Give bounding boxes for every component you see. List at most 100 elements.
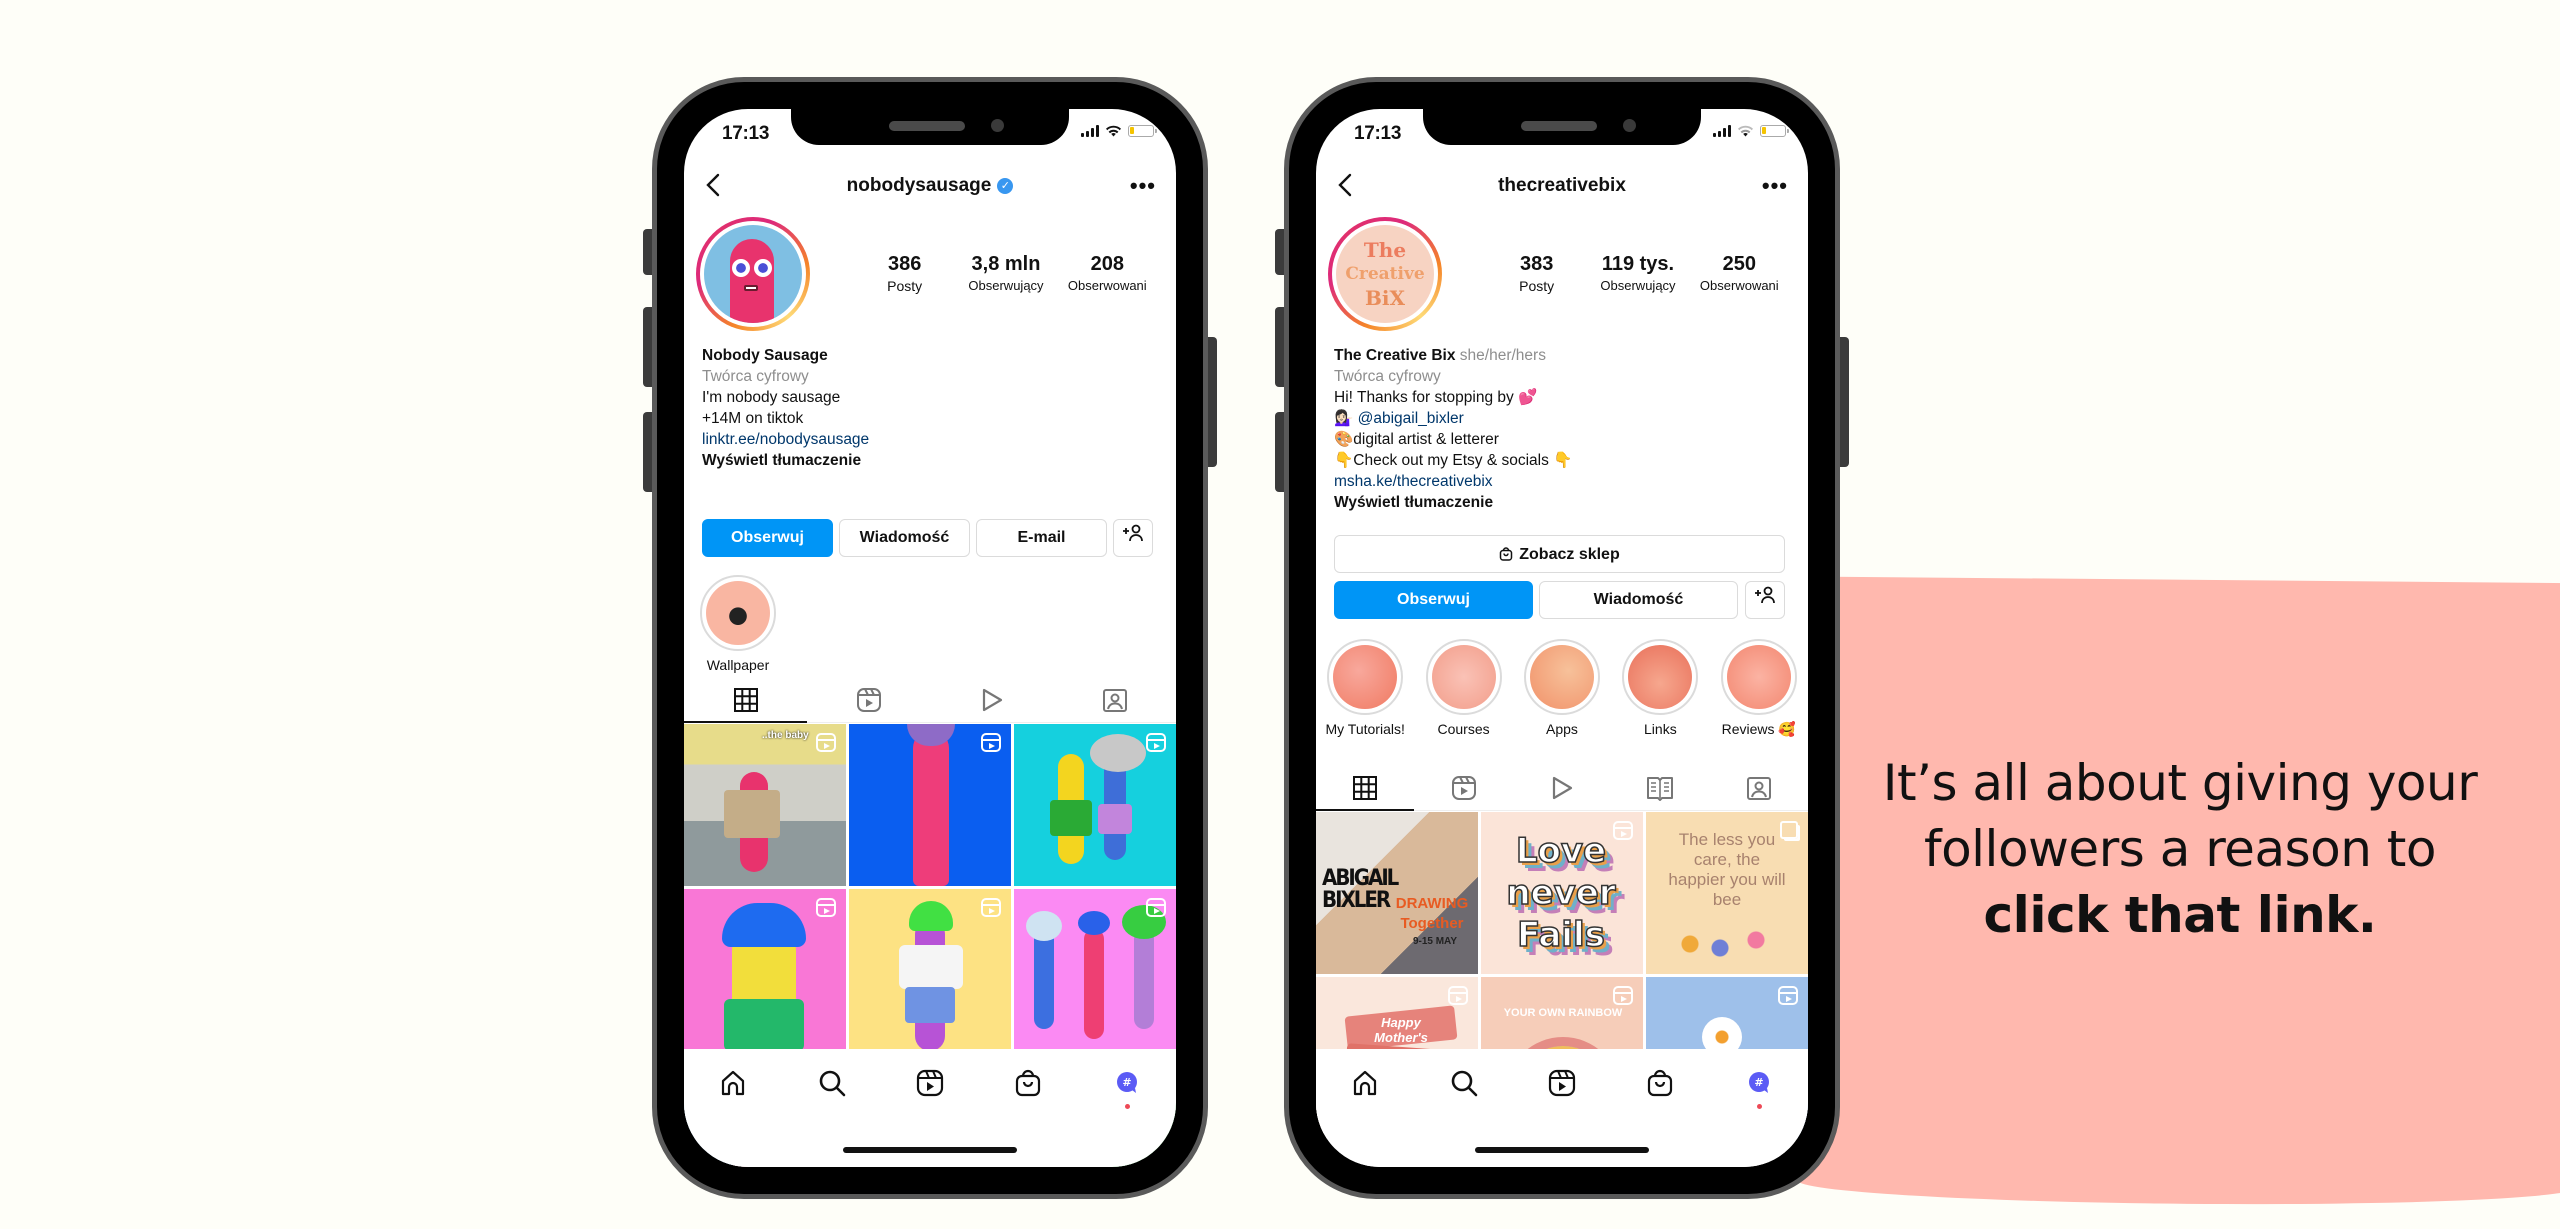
highlight-reviews[interactable]: Reviews 🥰: [1711, 639, 1807, 738]
profile-header: thecreativebix •••: [1316, 167, 1808, 207]
stat-followers[interactable]: 119 tys. Obserwujący: [1592, 253, 1684, 294]
carousel-icon: [1780, 821, 1798, 839]
highlight-tutorials[interactable]: My Tutorials!: [1317, 639, 1413, 738]
grid-post[interactable]: [1014, 724, 1176, 886]
stat-following[interactable]: 250 Obserwowani: [1693, 253, 1785, 294]
stat-following[interactable]: 208 Obserwowani: [1061, 253, 1153, 294]
mute-switch: [1275, 229, 1284, 275]
bottom-nav: #: [684, 1049, 1176, 1167]
shop-bag-icon: [1648, 1069, 1673, 1097]
volume-up-button: [643, 307, 652, 387]
grid-post[interactable]: ..the baby: [684, 724, 846, 886]
avatar-text: The: [1363, 238, 1407, 262]
grid-post[interactable]: [849, 724, 1011, 886]
home-indicator[interactable]: [1475, 1147, 1649, 1153]
nav-search[interactable]: [812, 1063, 852, 1103]
tab-grid[interactable]: [684, 677, 807, 723]
reels-icon: [916, 1069, 944, 1097]
highlight-links[interactable]: Links: [1612, 639, 1708, 738]
email-button[interactable]: E-mail: [976, 519, 1107, 557]
mention-emoji: 💁🏻‍♀️: [1334, 410, 1354, 427]
story-highlights: Wallpaper: [690, 575, 1176, 673]
profile-header: nobodysausage ✓ •••: [684, 167, 1176, 207]
content-tabs: [1316, 765, 1808, 811]
svg-text:#: #: [1754, 1076, 1763, 1089]
power-button: [1208, 337, 1217, 467]
bottom-nav: #: [1316, 1049, 1808, 1167]
more-dots-icon[interactable]: •••: [1762, 173, 1788, 199]
shop-bag-icon: [1016, 1069, 1041, 1097]
category: Twórca cyfrowy: [1334, 368, 1441, 385]
shop-bag-icon: [1500, 547, 1513, 561]
nav-reels[interactable]: [1542, 1063, 1582, 1103]
translate-link[interactable]: Wyświetl tłumaczenie: [702, 450, 1158, 471]
avatar[interactable]: [696, 217, 810, 331]
display-name: Nobody Sausage: [702, 347, 828, 364]
message-button[interactable]: Wiadomość: [1539, 581, 1738, 619]
view-shop-button[interactable]: Zobacz sklep: [1334, 535, 1785, 573]
follow-button[interactable]: Obserwuj: [702, 519, 833, 557]
volume-down-button: [1275, 412, 1284, 492]
tab-guides[interactable]: [1611, 765, 1709, 810]
grid-post[interactable]: The less you care, the happier you will …: [1646, 812, 1808, 974]
mute-switch: [643, 229, 652, 275]
reel-badge-icon: [1613, 986, 1633, 1005]
profile-username: nobodysausage: [846, 175, 992, 196]
nav-home[interactable]: [1345, 1063, 1385, 1103]
nav-home[interactable]: [713, 1063, 753, 1103]
guides-icon: [1647, 776, 1674, 801]
translate-link[interactable]: Wyświetl tłumaczenie: [1334, 492, 1790, 513]
grid-post[interactable]: [1014, 889, 1176, 1051]
avatar[interactable]: The Creative BiX: [1328, 217, 1442, 331]
more-dots-icon[interactable]: •••: [1130, 173, 1156, 199]
stat-followers[interactable]: 3,8 mln Obserwujący: [960, 253, 1052, 294]
grid-post[interactable]: Love never Fails: [1481, 812, 1643, 974]
stat-posts[interactable]: 383 Posty: [1491, 253, 1583, 294]
category: Twórca cyfrowy: [702, 368, 809, 385]
avatar-text: BiX: [1364, 286, 1406, 310]
nav-profile[interactable]: #: [1739, 1063, 1779, 1109]
follow-button[interactable]: Obserwuj: [1334, 581, 1533, 619]
nav-search[interactable]: [1444, 1063, 1484, 1103]
mention-link[interactable]: @abigail_bixler: [1358, 410, 1464, 427]
reels-icon: [1451, 775, 1476, 800]
reel-badge-icon: [1146, 733, 1166, 752]
grid-post[interactable]: [849, 889, 1011, 1051]
reel-badge-icon: [1146, 898, 1166, 917]
volume-down-button: [643, 412, 652, 492]
verified-badge-icon: ✓: [997, 178, 1014, 194]
tab-reels[interactable]: [807, 677, 930, 722]
signal-icon: [1713, 125, 1731, 137]
grid-icon: [1353, 775, 1378, 800]
home-indicator[interactable]: [843, 1147, 1017, 1153]
search-icon: [1451, 1070, 1477, 1097]
stat-posts[interactable]: 386 Posty: [859, 253, 951, 294]
nav-profile[interactable]: #: [1107, 1063, 1147, 1109]
highlight-wallpaper[interactable]: Wallpaper: [690, 575, 786, 673]
add-user-button[interactable]: [1745, 581, 1785, 619]
nav-shop[interactable]: [1008, 1063, 1048, 1103]
highlight-apps[interactable]: Apps: [1514, 639, 1610, 738]
tab-tagged[interactable]: [1053, 677, 1176, 722]
add-user-icon: [1123, 524, 1143, 542]
bio-link[interactable]: linktr.ee/nobodysausage: [702, 429, 1158, 450]
tagged-icon: [1746, 776, 1771, 800]
message-button[interactable]: Wiadomość: [839, 519, 970, 557]
tab-videos[interactable]: [930, 677, 1053, 722]
bio-link[interactable]: msha.ke/thecreativebix: [1334, 471, 1790, 492]
tab-videos[interactable]: [1513, 765, 1611, 810]
grid-post[interactable]: ABIGAIL BIXLER DRAWING Together 9-15 MAY: [1316, 812, 1478, 974]
tab-reels[interactable]: [1414, 765, 1512, 810]
tagline-bold: click that link.: [1983, 886, 2377, 944]
nav-reels[interactable]: [910, 1063, 950, 1103]
tab-grid[interactable]: [1316, 765, 1415, 811]
add-user-button[interactable]: [1113, 519, 1153, 557]
grid-post[interactable]: [684, 889, 846, 1051]
tab-tagged[interactable]: [1710, 765, 1808, 810]
content-tabs: [684, 677, 1176, 723]
highlight-courses[interactable]: Courses: [1416, 639, 1512, 738]
nav-shop[interactable]: [1640, 1063, 1680, 1103]
volume-up-button: [1275, 307, 1284, 387]
status-time: 17:13: [1354, 123, 1402, 144]
play-icon: [982, 688, 1002, 711]
